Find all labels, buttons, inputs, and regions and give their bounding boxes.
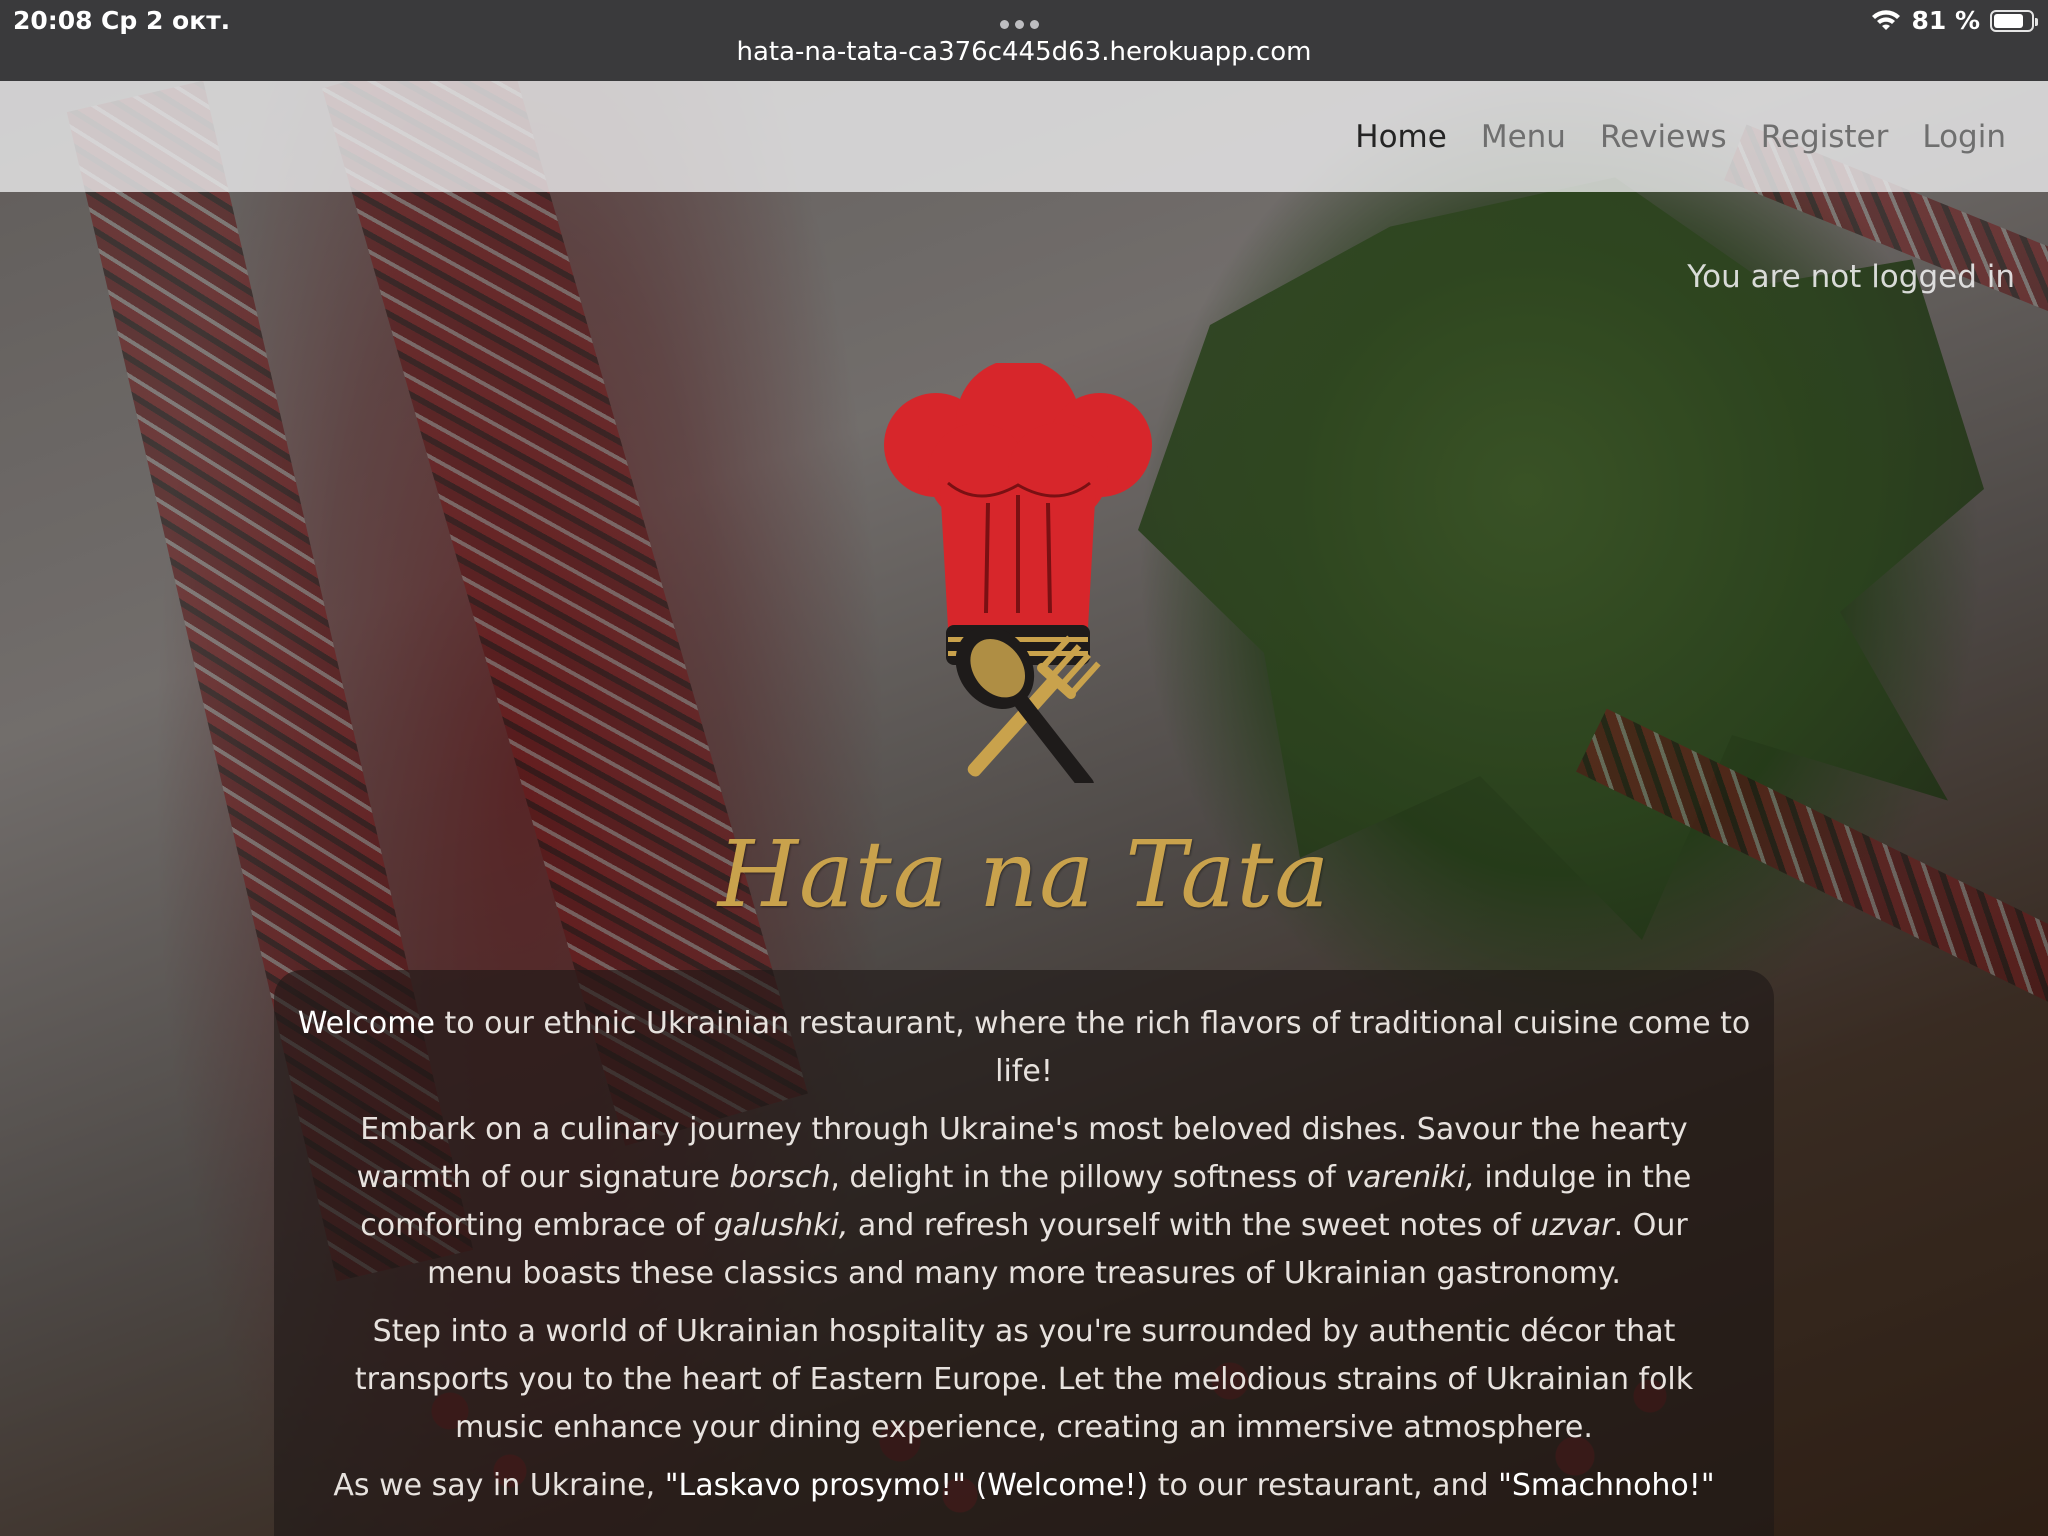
nav-home-link[interactable]: Home	[1355, 119, 1447, 155]
greeting-text-1: As we say in Ukraine,	[333, 1468, 665, 1503]
nav-login-link[interactable]: Login	[1922, 119, 2006, 155]
greeting-highlight-1: "Laskavo prosymo!" (Welcome!)	[664, 1468, 1149, 1503]
welcome-card: Welcome to our ethnic Ukrainian restaura…	[274, 970, 1774, 1536]
greeting-text-2: to our restaurant, and	[1148, 1468, 1499, 1503]
greeting-paragraph: As we say in Ukraine, "Laskavo prosymo!"…	[292, 1462, 1756, 1510]
wifi-icon	[1872, 9, 1901, 30]
hospitality-paragraph: Step into a world of Ukrainian hospitali…	[354, 1314, 1694, 1445]
status-time: 20:08	[13, 6, 93, 35]
navbar: Home Menu Reviews Register Login	[0, 81, 2048, 192]
nav-links: Home Menu Reviews Register Login	[1355, 81, 2006, 192]
battery-percent: 81 %	[1911, 6, 1980, 35]
status-date: Ср 2 окт.	[101, 6, 231, 35]
welcome-text: to our ethnic Ukrainian restaurant, wher…	[434, 1006, 1751, 1089]
greeting-highlight-2: "Smachnoho!"	[1498, 1468, 1715, 1503]
dish-borsch: borsch	[729, 1160, 831, 1195]
dishes-text-2: , delight in the pillowy softness of	[830, 1160, 1346, 1195]
address-bar[interactable]: hata-na-tata-ca376c445d63.herokuapp.com	[0, 37, 2048, 67]
chef-hat-logo-icon	[884, 363, 1152, 783]
multitasking-dots-icon[interactable]	[1000, 20, 1039, 29]
dishes-text-4: and refresh yourself with the sweet note…	[848, 1208, 1531, 1243]
welcome-paragraph: Welcome to our ethnic Ukrainian restaura…	[292, 1000, 1756, 1096]
page-background: Home Menu Reviews Register Login You are…	[0, 81, 2048, 1536]
dish-vareniki: vareniki,	[1345, 1160, 1475, 1195]
nav-reviews-link[interactable]: Reviews	[1600, 119, 1727, 155]
nav-menu-link[interactable]: Menu	[1481, 119, 1566, 155]
status-indicators: 81 %	[1871, 6, 2038, 35]
dishes-paragraph: Embark on a culinary journey through Ukr…	[292, 1106, 1756, 1298]
status-bar: 20:08 Ср 2 окт. 81 % hata-na-tata-ca376c…	[0, 0, 2048, 81]
dish-uzvar: uzvar	[1530, 1208, 1614, 1243]
nav-register-link[interactable]: Register	[1761, 119, 1889, 155]
welcome-lead: Welcome	[297, 1006, 435, 1041]
login-status: You are not logged in	[1687, 259, 2015, 295]
battery-icon	[1990, 9, 2038, 32]
dish-galushki: galushki,	[713, 1208, 849, 1243]
brand-title: Hata na Tata	[717, 821, 1331, 928]
